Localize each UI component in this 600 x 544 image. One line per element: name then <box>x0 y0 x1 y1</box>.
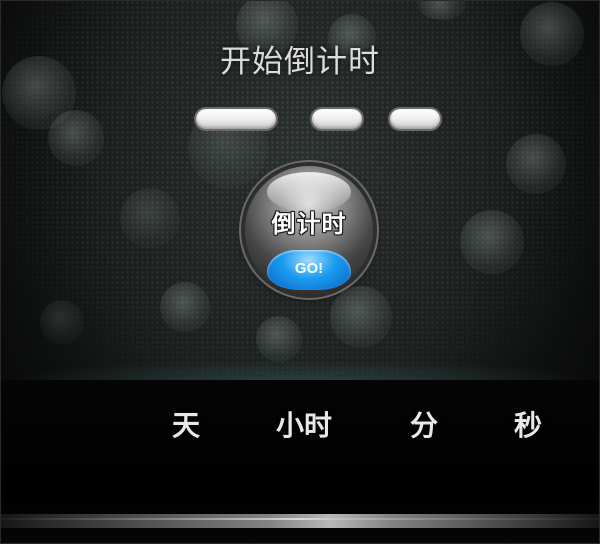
unit-hour-label: 小时 <box>276 409 333 442</box>
bokeh-light <box>40 300 84 344</box>
hours-input[interactable] <box>312 109 362 129</box>
page-title: 开始倒计时 <box>220 44 380 80</box>
bokeh-light <box>330 286 392 348</box>
bottom-light-bar <box>0 514 600 528</box>
countdown-screen: 开始倒计时 倒计时 GO! 天 小时 分 秒 <box>0 0 600 544</box>
go-badge-text: GO! <box>294 260 324 277</box>
bokeh-light <box>460 210 524 274</box>
unit-minute-label: 分 <box>410 409 439 442</box>
days-input[interactable] <box>196 109 276 129</box>
countdown-button-label: 倒计时 <box>271 210 347 238</box>
unit-second-label: 秒 <box>514 409 543 442</box>
bokeh-light <box>256 316 302 362</box>
minutes-input[interactable] <box>390 109 440 129</box>
unit-day-label: 天 <box>172 409 201 442</box>
start-countdown-button[interactable]: 倒计时 GO! <box>245 166 373 294</box>
bokeh-light <box>160 282 210 332</box>
go-badge: GO! <box>267 250 351 290</box>
bokeh-light <box>48 110 104 166</box>
bokeh-light <box>506 134 566 194</box>
bokeh-light <box>120 188 180 248</box>
